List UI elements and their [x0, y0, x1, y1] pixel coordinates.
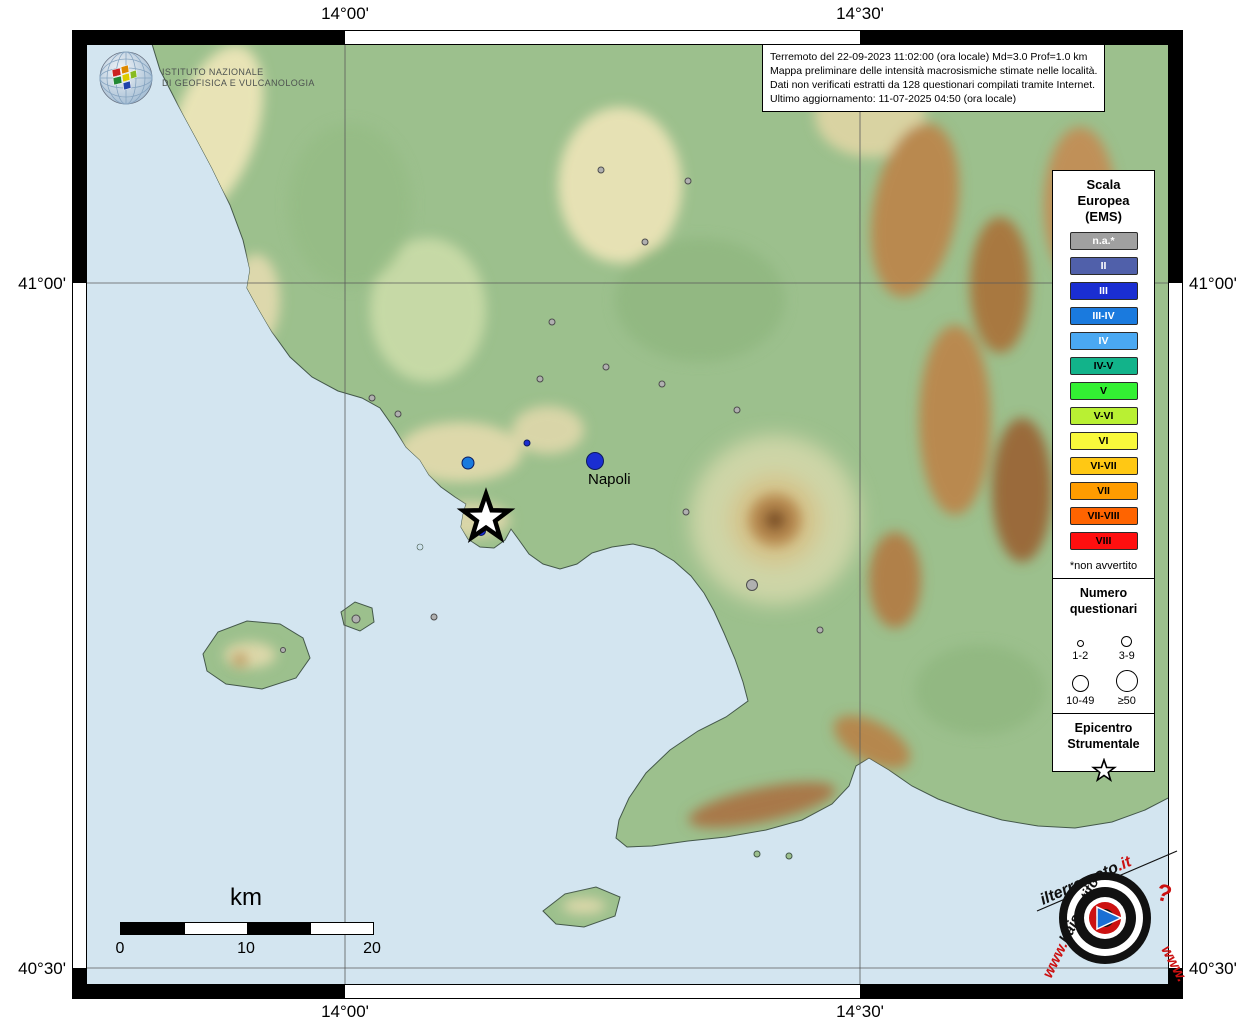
- scale-segment: [184, 923, 247, 934]
- questionnaire-size-10-49: 10-49: [1057, 666, 1104, 707]
- ems-chip-III: III: [1070, 282, 1138, 300]
- ingv-globe-icon: [98, 50, 154, 106]
- islet: [786, 853, 792, 859]
- info-line-updated: Ultimo aggiornamento: 11-07-2025 04:50 (…: [770, 92, 1097, 106]
- lon-label-top-2: 14°30': [810, 4, 910, 24]
- questionnaire-circle-icon: [1121, 636, 1132, 647]
- legend-box: Scala Europea (EMS) n.a.*IIIIIIII-IVIVIV…: [1052, 170, 1155, 772]
- lon-label-bottom-1: 14°00': [295, 1002, 395, 1022]
- ems-chip-n.a.*: n.a.*: [1070, 232, 1138, 250]
- legend-title-line3: (EMS): [1053, 209, 1154, 225]
- questionnaire-size-label: 3-9: [1104, 650, 1151, 662]
- observation-point-na: [734, 407, 740, 413]
- questionnaire-size-label: 1-2: [1057, 650, 1104, 662]
- epicenter-title-line1: Epicentro: [1053, 720, 1154, 736]
- questionnaire-size-label: 10-49: [1057, 695, 1104, 707]
- ems-chip-V-VI: V-VI: [1070, 407, 1138, 425]
- scale-bar: [120, 922, 374, 935]
- ems-chip-VII: VII: [1070, 482, 1138, 500]
- ingv-logo: ISTITUTO NAZIONALE DI GEOFISICA E VULCAN…: [98, 50, 315, 106]
- legend-divider: [1053, 578, 1154, 579]
- questionnaire-title-line2: questionari: [1053, 601, 1154, 617]
- ingv-name-line1: ISTITUTO NAZIONALE: [162, 67, 315, 78]
- observation-point-III: [524, 440, 530, 446]
- scale-segment: [247, 923, 310, 934]
- ems-chip-IV: IV: [1070, 332, 1138, 350]
- observation-point-na: [352, 615, 360, 623]
- legend-star-icon: [1091, 758, 1117, 784]
- scale-segment: [310, 923, 373, 934]
- event-info-box: Terremoto del 22-09-2023 11:02:00 (ora l…: [762, 44, 1105, 112]
- lon-label-top-1: 14°00': [295, 4, 395, 24]
- questionnaire-title-line1: Numero: [1053, 585, 1154, 601]
- city-label-napoli: Napoli: [588, 471, 631, 488]
- ems-chip-V: V: [1070, 382, 1138, 400]
- observation-point-na: [642, 239, 648, 245]
- ems-chip-VI-VII: VI-VII: [1070, 457, 1138, 475]
- questionnaire-circle-icon: [1116, 670, 1138, 692]
- watermark-text-right: www.: [1157, 943, 1190, 985]
- questionnaire-size-1-2: 1-2: [1057, 621, 1104, 662]
- lon-label-bottom-2: 14°30': [810, 1002, 910, 1022]
- questionnaire-size-≥50: ≥50: [1104, 666, 1151, 707]
- observation-point-na: [549, 319, 555, 325]
- observation-point-na: [537, 376, 543, 382]
- legend-title-line1: Scala: [1053, 177, 1154, 193]
- ems-chip-VII-VIII: VII-VIII: [1070, 507, 1138, 525]
- epicenter-title-line2: Strumentale: [1053, 736, 1154, 752]
- legend-footnote: *non avvertito: [1053, 560, 1154, 572]
- questionnaire-circle-icon: [1072, 675, 1089, 692]
- scale-tick-0: 0: [108, 940, 132, 958]
- ems-chip-VI: VI: [1070, 432, 1138, 450]
- info-line-data-source: Dati non verificati estratti da 128 ques…: [770, 78, 1097, 92]
- observation-point-na: [659, 381, 665, 387]
- haisentitoilterremoto-watermark: ? www.haisentito ilterremoto.it www.: [1015, 833, 1200, 1003]
- scale-bar-unit: km: [146, 884, 346, 912]
- info-line-map-type: Mappa preliminare delle intensità macros…: [770, 64, 1097, 78]
- questionnaire-size-label: ≥50: [1104, 695, 1151, 707]
- lat-label-right-1: 41°00': [1189, 274, 1255, 294]
- observation-point-na: [685, 178, 691, 184]
- legend-divider: [1053, 713, 1154, 714]
- observation-point-na: [683, 509, 689, 515]
- info-line-event: Terremoto del 22-09-2023 11:02:00 (ora l…: [770, 50, 1097, 64]
- legend-title-line2: Europea: [1053, 193, 1154, 209]
- questionnaire-circle-icon: [1077, 640, 1084, 647]
- islet: [754, 851, 760, 857]
- ems-scale-list: n.a.*IIIIIIII-IVIVIV-VVV-VIVIVI-VIIVIIVI…: [1053, 232, 1154, 550]
- observation-point-III-IV: [462, 457, 474, 469]
- scale-tick-20: 20: [358, 940, 386, 958]
- questionnaire-sizes: 1-23-9 10-49≥50: [1053, 617, 1154, 713]
- observation-point-na: [369, 395, 375, 401]
- observation-point-na: [395, 411, 401, 417]
- scale-segment: [121, 923, 184, 934]
- ingv-name-line2: DI GEOFISICA E VULCANOLOGIA: [162, 78, 315, 89]
- observation-point-na: [598, 167, 604, 173]
- observation-point-na: [747, 580, 758, 591]
- macroseismic-map-page: Napoli 14°00' 14°30' 14°00' 14°30' 41°00…: [0, 0, 1255, 1024]
- ems-chip-IV-V: IV-V: [1070, 357, 1138, 375]
- ems-chip-II: II: [1070, 257, 1138, 275]
- ems-chip-VIII: VIII: [1070, 532, 1138, 550]
- scale-tick-10: 10: [232, 940, 260, 958]
- ems-chip-III-IV: III-IV: [1070, 307, 1138, 325]
- observation-point-na: [603, 364, 609, 370]
- crater-lake: [417, 544, 423, 550]
- observation-point-na: [281, 648, 286, 653]
- watermark-www: www.: [1039, 939, 1071, 981]
- observation-point-na: [431, 614, 437, 620]
- questionnaire-size-3-9: 3-9: [1104, 621, 1151, 662]
- lat-label-left-1: 41°00': [2, 274, 66, 294]
- watermark-question-mark: ?: [1153, 879, 1174, 909]
- observation-point-III: [587, 453, 604, 470]
- lat-label-left-2: 40°30': [2, 959, 66, 979]
- observation-point-na: [817, 627, 823, 633]
